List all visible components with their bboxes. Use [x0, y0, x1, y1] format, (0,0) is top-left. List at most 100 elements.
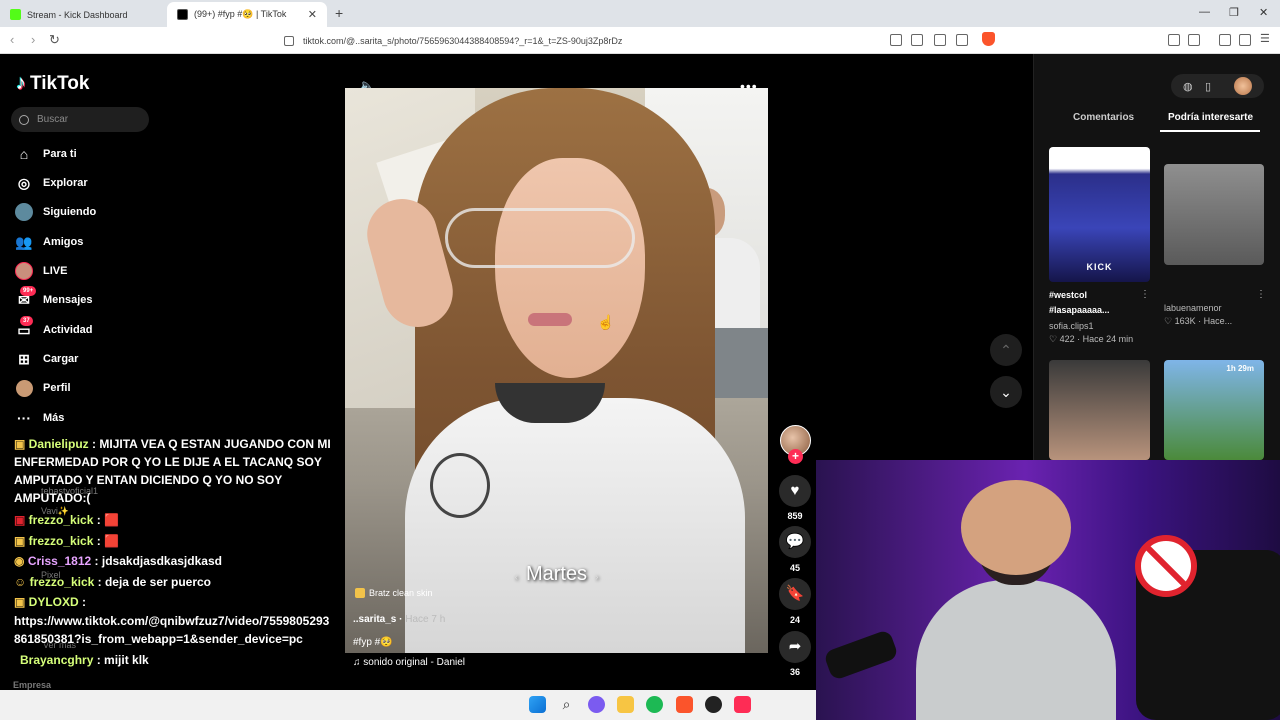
reload-icon[interactable]: ↻: [49, 32, 60, 48]
taskbar-spotify-icon[interactable]: [646, 696, 663, 713]
close-tab-icon[interactable]: ✕: [308, 8, 317, 21]
webcam-streamer: [916, 480, 1116, 720]
reader-icon[interactable]: [890, 34, 902, 46]
mouse-cursor-icon: ☝: [597, 314, 615, 330]
wallet-icon[interactable]: [1239, 34, 1251, 46]
video-time: Hace...: [1203, 316, 1233, 326]
tab-comentarios[interactable]: Comentarios: [1073, 112, 1134, 123]
browser-tab-bar: Stream - Kick Dashboard (99+) #fyp #🥺 | …: [0, 0, 1280, 27]
menu-icon[interactable]: ☰: [1260, 32, 1272, 45]
recommended-video-thumb[interactable]: KICK: [1049, 147, 1150, 282]
user-avatar[interactable]: [1234, 77, 1252, 95]
coins-icon[interactable]: ◍: [1183, 80, 1193, 93]
tiktok-logo[interactable]: ♪ TikTok: [16, 72, 89, 95]
nav-amigos[interactable]: 👥 Amigos: [15, 230, 83, 254]
video-more-icon[interactable]: ⋮: [1256, 289, 1266, 300]
sidebar-icon[interactable]: [1188, 34, 1200, 46]
microphone: [822, 628, 900, 682]
video-subtitle[interactable]: #lasapaaaaa...: [1049, 305, 1110, 315]
video-more-icon[interactable]: ⋮: [1140, 289, 1150, 300]
search-input[interactable]: Buscar: [11, 107, 149, 132]
tab-kick-dashboard[interactable]: Stream - Kick Dashboard: [0, 2, 166, 27]
prev-photo-icon[interactable]: ‹: [515, 572, 518, 583]
save-button[interactable]: 🔖: [779, 578, 811, 610]
taskbar-discord-icon[interactable]: [588, 696, 605, 713]
forward-icon[interactable]: ›: [31, 32, 35, 47]
minimize-icon[interactable]: —: [1199, 6, 1210, 18]
nav-mas[interactable]: ··· Más: [15, 406, 64, 430]
video-title[interactable]: #westcol: [1049, 290, 1087, 300]
share-icon[interactable]: [956, 34, 968, 46]
effect-label: Bratz clean skin: [369, 588, 433, 598]
school-crest: [430, 453, 490, 518]
nav-label: Explorar: [43, 177, 88, 189]
taskbar-brave-icon[interactable]: [676, 696, 693, 713]
author-name[interactable]: ..sarita_s: [353, 614, 396, 625]
message-icon: ✉ 99+: [15, 286, 37, 309]
post-media[interactable]: ‹ Martes › Bratz clean skin ..sarita_s · H…: [345, 88, 768, 653]
chat-text: : 🟥: [96, 513, 119, 527]
close-window-icon[interactable]: ✕: [1259, 6, 1268, 19]
comment-button[interactable]: 💬: [779, 526, 811, 558]
logo-text: TikTok: [30, 72, 90, 94]
share-button[interactable]: ➦: [779, 631, 811, 663]
video-likes: 422: [1059, 334, 1075, 344]
save-count: 24: [789, 615, 800, 625]
brave-shield-icon[interactable]: [982, 32, 995, 46]
recommended-video-thumb[interactable]: [1049, 360, 1150, 460]
chat-message: ☺ frezzo_kick : deja de ser puerco: [14, 575, 212, 589]
new-tab-button[interactable]: +: [335, 5, 343, 21]
sound-line[interactable]: ♫ sonido original - Daniel: [353, 657, 465, 668]
site-info-icon[interactable]: [284, 35, 294, 46]
tab-tiktok[interactable]: (99+) #fyp #🥺 | TikTok ✕: [167, 2, 327, 27]
more-dots-icon: ···: [17, 410, 31, 426]
scroll-up-button[interactable]: ⌃: [990, 334, 1022, 366]
nav-explorar[interactable]: ◎ Explorar: [15, 171, 88, 195]
taskbar-folder-icon[interactable]: [617, 696, 634, 713]
nav-perfil[interactable]: Perfil: [15, 376, 71, 400]
upload-icon: ⊞: [18, 350, 30, 367]
extensions-icon[interactable]: [1168, 34, 1180, 46]
chat-text: https://www.tiktok.com/@qnibwfzuz7/video…: [14, 614, 330, 628]
windows-taskbar: [0, 690, 816, 720]
media-icon[interactable]: [1219, 34, 1231, 46]
video-author[interactable]: labuenamenor: [1164, 303, 1222, 313]
taskbar-tiktok-icon[interactable]: [734, 696, 751, 713]
like-button[interactable]: ♥: [779, 475, 811, 507]
footer-empresa[interactable]: Empresa: [13, 680, 51, 690]
nav-siguiendo[interactable]: Siguiendo: [15, 200, 96, 224]
tab-podria-interesarte[interactable]: Podría interesarte: [1168, 112, 1253, 123]
chat-message: AMPUTADO:(: [14, 491, 90, 505]
restore-icon[interactable]: ❐: [1229, 6, 1239, 19]
taskbar-search-icon[interactable]: ⌕: [558, 696, 575, 713]
taskbar-obs-icon[interactable]: [705, 696, 722, 713]
nav-cargar[interactable]: ⊞ Cargar: [15, 347, 78, 371]
tab-label: (99+) #fyp #🥺 | TikTok: [194, 9, 287, 19]
nav-actividad[interactable]: ▭ 37 Actividad: [15, 316, 93, 342]
video-likes: 163K: [1174, 316, 1196, 326]
chat-text: : 🟥: [96, 534, 119, 548]
nav-mensajes[interactable]: ✉ 99+ Mensajes: [15, 286, 93, 312]
recommended-video-thumb[interactable]: 1h 29m: [1164, 360, 1264, 460]
search-icon: [19, 114, 29, 125]
recommended-video-thumb[interactable]: [1164, 164, 1264, 265]
chat-user: DYLOXD: [28, 595, 79, 609]
nav-para-ti[interactable]: ⌂ Para ti: [15, 142, 77, 166]
next-photo-icon[interactable]: ›: [595, 572, 598, 583]
cast-icon[interactable]: [911, 34, 923, 46]
effect-tag[interactable]: Bratz clean skin: [355, 588, 433, 598]
like-count: 859: [787, 511, 803, 521]
scroll-down-button[interactable]: ⌄: [990, 376, 1022, 408]
device-icon[interactable]: ▯: [1205, 80, 1211, 93]
nav-live[interactable]: LIVE: [15, 259, 67, 283]
back-icon[interactable]: ‹: [10, 32, 14, 47]
video-author[interactable]: sofia.clips1: [1049, 321, 1094, 331]
follow-plus-icon[interactable]: +: [788, 449, 803, 464]
post-caption[interactable]: #fyp #🥺: [353, 637, 393, 648]
nav-label: Siguiendo: [43, 206, 97, 218]
no-entry-sign-icon: [1135, 535, 1197, 597]
nav-label: Actividad: [43, 324, 93, 336]
windows-start-icon[interactable]: [529, 696, 546, 713]
translate-icon[interactable]: [934, 34, 946, 46]
live-icon: [15, 262, 33, 280]
